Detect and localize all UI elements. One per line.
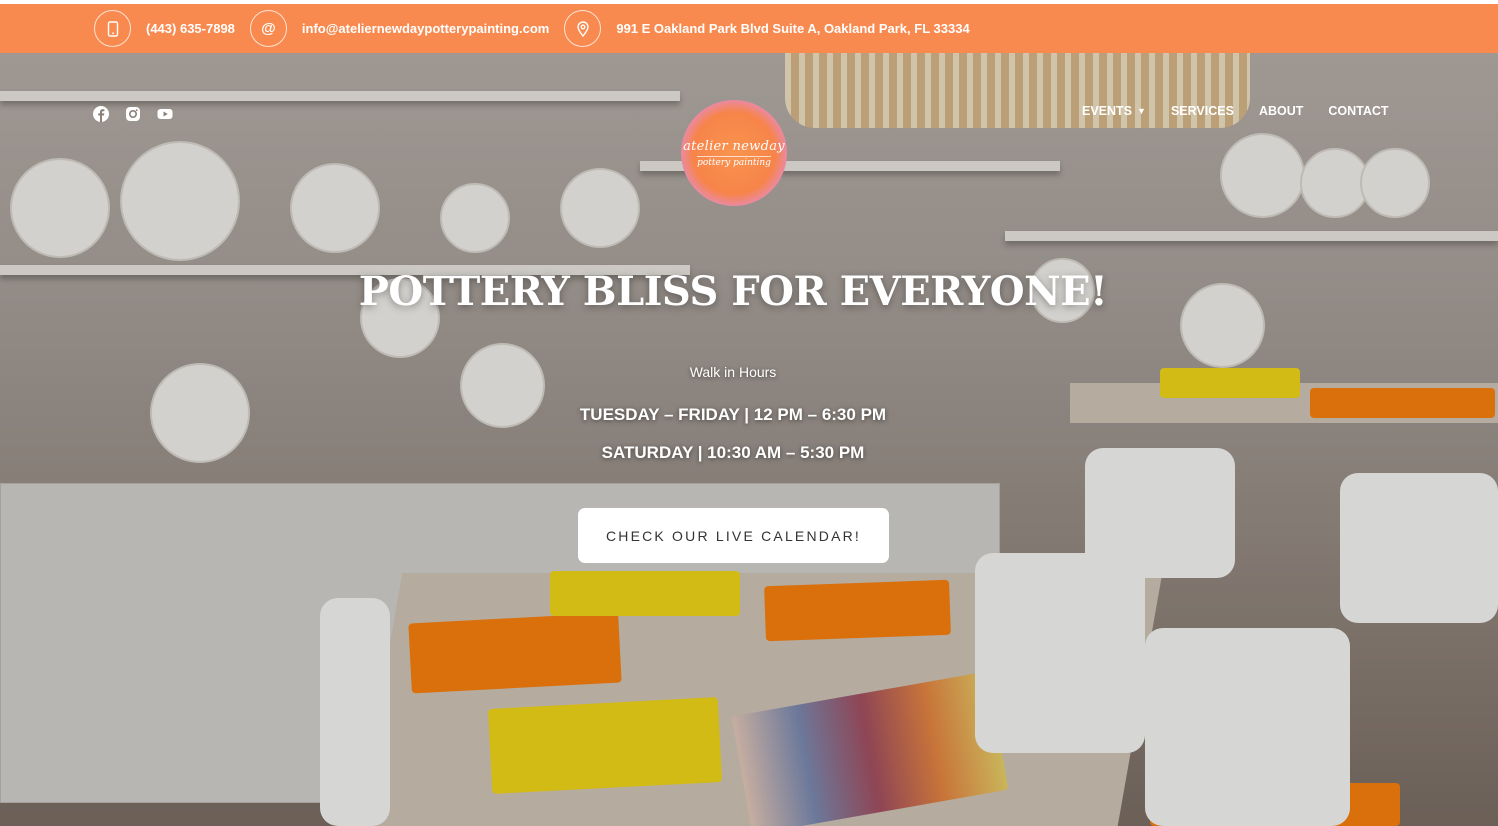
phone-icon bbox=[94, 10, 131, 47]
main-nav: EVENTS ▼ SERVICES ABOUT CONTACT bbox=[1082, 104, 1389, 118]
nav-about[interactable]: ABOUT bbox=[1259, 104, 1303, 118]
weekday-hours: TUESDAY – FRIDAY | 12 PM – 6:30 PM bbox=[579, 405, 887, 424]
at-icon: @ bbox=[249, 10, 287, 47]
walk-in-hours-label: Walk in Hours bbox=[689, 364, 777, 380]
chevron-down-icon: ▼ bbox=[1137, 106, 1146, 116]
instagram-icon[interactable] bbox=[124, 105, 142, 123]
logo-subtitle: pottery painting bbox=[697, 155, 771, 168]
address-text[interactable]: 991 E Oakland Park Blvd Suite A, Oakland… bbox=[616, 21, 969, 36]
nav-contact[interactable]: CONTACT bbox=[1328, 104, 1388, 118]
address-contact[interactable]: 991 E Oakland Park Blvd Suite A, Oakland… bbox=[564, 10, 970, 47]
live-calendar-button[interactable]: CHECK OUR LIVE CALENDAR! bbox=[578, 508, 889, 563]
youtube-icon[interactable] bbox=[156, 105, 174, 123]
facebook-icon[interactable] bbox=[92, 105, 110, 123]
contact-bar: (443) 635-7898 @ info@ateliernewdaypotte… bbox=[0, 4, 1498, 53]
logo-title: atelier newday bbox=[683, 138, 785, 154]
nav-events-label: EVENTS bbox=[1082, 104, 1133, 118]
nav-events[interactable]: EVENTS ▼ bbox=[1082, 104, 1146, 118]
saturday-hours: SATURDAY | 10:30 AM – 5:30 PM bbox=[601, 443, 865, 462]
social-links bbox=[92, 105, 174, 123]
nav-services[interactable]: SERVICES bbox=[1171, 104, 1234, 118]
map-pin-icon bbox=[564, 10, 602, 47]
email-address[interactable]: info@ateliernewdaypotterypainting.com bbox=[302, 21, 549, 36]
phone-number[interactable]: (443) 635-7898 bbox=[146, 21, 235, 36]
phone-contact[interactable]: (443) 635-7898 bbox=[94, 10, 235, 47]
site-logo[interactable]: atelier newday pottery painting bbox=[681, 100, 787, 206]
email-contact[interactable]: @ info@ateliernewdaypotterypainting.com bbox=[249, 10, 549, 47]
hero-headline: POTTERY BLISS FOR EVERYONE! bbox=[358, 268, 1108, 315]
